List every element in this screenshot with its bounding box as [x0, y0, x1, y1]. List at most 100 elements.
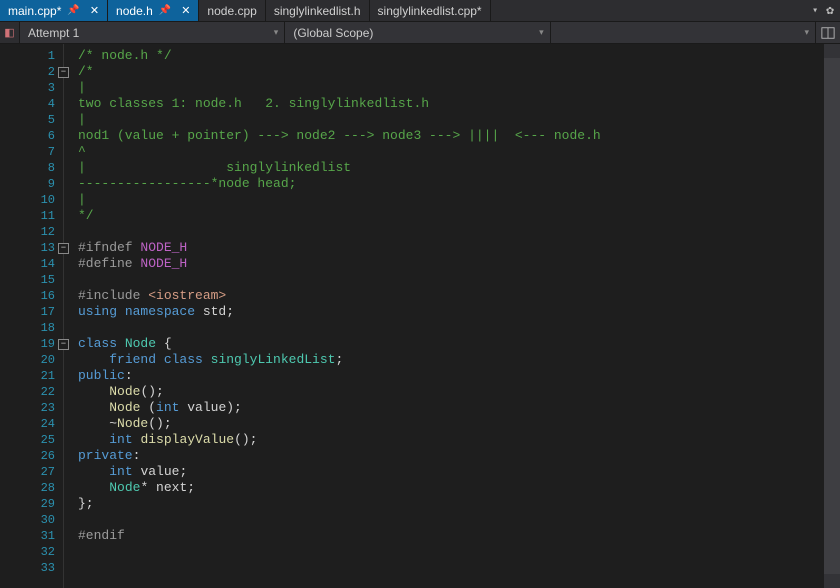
- code-line[interactable]: #endif: [78, 528, 824, 544]
- code-line[interactable]: [78, 272, 824, 288]
- line-number: 11: [0, 208, 63, 224]
- line-number: 17: [0, 304, 63, 320]
- code-line[interactable]: |: [78, 80, 824, 96]
- chevron-down-icon: ▾: [804, 27, 809, 38]
- code-line[interactable]: ~Node();: [78, 416, 824, 432]
- pin-icon[interactable]: 📌: [159, 5, 171, 16]
- code-line[interactable]: Node (int value);: [78, 400, 824, 416]
- member-scope-dropdown[interactable]: ▾: [551, 22, 816, 43]
- line-number: 7: [0, 144, 63, 160]
- line-number: 6: [0, 128, 63, 144]
- global-scope-dropdown[interactable]: (Global Scope) ▾: [285, 22, 550, 43]
- code-line[interactable]: int displayValue();: [78, 432, 824, 448]
- line-number: 1: [0, 48, 63, 64]
- code-line[interactable]: public:: [78, 368, 824, 384]
- code-line[interactable]: /*: [78, 64, 824, 80]
- code-line[interactable]: [78, 320, 824, 336]
- code-line[interactable]: nod1 (value + pointer) ---> node2 ---> n…: [78, 128, 824, 144]
- line-number: 24: [0, 416, 63, 432]
- nav-back-icon[interactable]: ◧: [0, 22, 20, 43]
- line-number: 19−: [0, 336, 63, 352]
- line-number: 13−: [0, 240, 63, 256]
- vertical-scrollbar[interactable]: [824, 44, 840, 588]
- code-line[interactable]: | singlylinkedlist: [78, 160, 824, 176]
- chevron-down-icon: ▾: [539, 27, 544, 38]
- line-number: 32: [0, 544, 63, 560]
- code-line[interactable]: [78, 224, 824, 240]
- code-line[interactable]: using namespace std;: [78, 304, 824, 320]
- line-number: 14: [0, 256, 63, 272]
- code-line[interactable]: |: [78, 192, 824, 208]
- line-number: 9: [0, 176, 63, 192]
- tab-main-cpp[interactable]: main.cpp* 📌 ✕: [0, 0, 108, 21]
- tab-label: singlylinkedlist.h: [274, 4, 361, 18]
- tab-node-h[interactable]: node.h 📌 ✕: [108, 0, 199, 21]
- line-number-gutter: 12−345678910111213−141516171819−20212223…: [0, 44, 64, 588]
- line-number: 18: [0, 320, 63, 336]
- pin-icon[interactable]: 📌: [67, 5, 79, 16]
- code-line[interactable]: int value;: [78, 464, 824, 480]
- split-editor-icon[interactable]: [816, 22, 840, 43]
- tab-singlylinkedlist-cpp[interactable]: singlylinkedlist.cpp*: [370, 0, 491, 21]
- dropdown-icon[interactable]: ▾: [812, 5, 818, 17]
- tab-bar-spacer: [491, 0, 807, 21]
- line-number: 30: [0, 512, 63, 528]
- code-line[interactable]: Node();: [78, 384, 824, 400]
- close-icon[interactable]: ✕: [181, 4, 190, 17]
- code-line[interactable]: #include <iostream>: [78, 288, 824, 304]
- line-number: 2−: [0, 64, 63, 80]
- code-line[interactable]: two classes 1: node.h 2. singlylinkedlis…: [78, 96, 824, 112]
- code-line[interactable]: ^: [78, 144, 824, 160]
- line-number: 21: [0, 368, 63, 384]
- tab-label: node.h: [116, 4, 153, 18]
- project-scope-dropdown[interactable]: Attempt 1 ▾: [20, 22, 285, 43]
- code-line[interactable]: };: [78, 496, 824, 512]
- gear-icon[interactable]: ✿: [826, 3, 834, 18]
- editor: 12−345678910111213−141516171819−20212223…: [0, 44, 840, 588]
- code-line[interactable]: |: [78, 112, 824, 128]
- code-line[interactable]: class Node {: [78, 336, 824, 352]
- line-number: 25: [0, 432, 63, 448]
- global-scope-label: (Global Scope): [293, 26, 373, 40]
- tab-bar-controls: ▾ ✿: [806, 0, 840, 21]
- line-number: 23: [0, 400, 63, 416]
- tab-label: node.cpp: [207, 4, 256, 18]
- line-number: 33: [0, 560, 63, 576]
- close-icon[interactable]: ✕: [90, 4, 99, 17]
- code-line[interactable]: friend class singlyLinkedList;: [78, 352, 824, 368]
- line-number: 15: [0, 272, 63, 288]
- line-number: 28: [0, 480, 63, 496]
- line-number: 29: [0, 496, 63, 512]
- tab-bar: main.cpp* 📌 ✕ node.h 📌 ✕ node.cpp singly…: [0, 0, 840, 22]
- chevron-down-icon: ▾: [274, 27, 279, 38]
- code-line[interactable]: [78, 560, 824, 576]
- code-line[interactable]: Node* next;: [78, 480, 824, 496]
- line-number: 8: [0, 160, 63, 176]
- scope-bar: ◧ Attempt 1 ▾ (Global Scope) ▾ ▾: [0, 22, 840, 44]
- code-line[interactable]: /* node.h */: [78, 48, 824, 64]
- code-line[interactable]: [78, 512, 824, 528]
- code-line[interactable]: #define NODE_H: [78, 256, 824, 272]
- line-number: 16: [0, 288, 63, 304]
- tab-singlylinkedlist-h[interactable]: singlylinkedlist.h: [266, 0, 370, 21]
- line-number: 27: [0, 464, 63, 480]
- project-scope-label: Attempt 1: [28, 26, 79, 40]
- line-number: 10: [0, 192, 63, 208]
- line-number: 4: [0, 96, 63, 112]
- tab-label: main.cpp*: [8, 4, 61, 18]
- line-number: 3: [0, 80, 63, 96]
- tab-node-cpp[interactable]: node.cpp: [199, 0, 265, 21]
- code-line[interactable]: #ifndef NODE_H: [78, 240, 824, 256]
- code-line[interactable]: [78, 544, 824, 560]
- tab-label: singlylinkedlist.cpp*: [378, 4, 482, 18]
- code-line[interactable]: */: [78, 208, 824, 224]
- code-area[interactable]: /* node.h *//*|two classes 1: node.h 2. …: [64, 44, 824, 588]
- line-number: 22: [0, 384, 63, 400]
- line-number: 12: [0, 224, 63, 240]
- code-line[interactable]: private:: [78, 448, 824, 464]
- line-number: 5: [0, 112, 63, 128]
- line-number: 20: [0, 352, 63, 368]
- line-number: 31: [0, 528, 63, 544]
- line-number: 26: [0, 448, 63, 464]
- code-line[interactable]: -----------------*node head;: [78, 176, 824, 192]
